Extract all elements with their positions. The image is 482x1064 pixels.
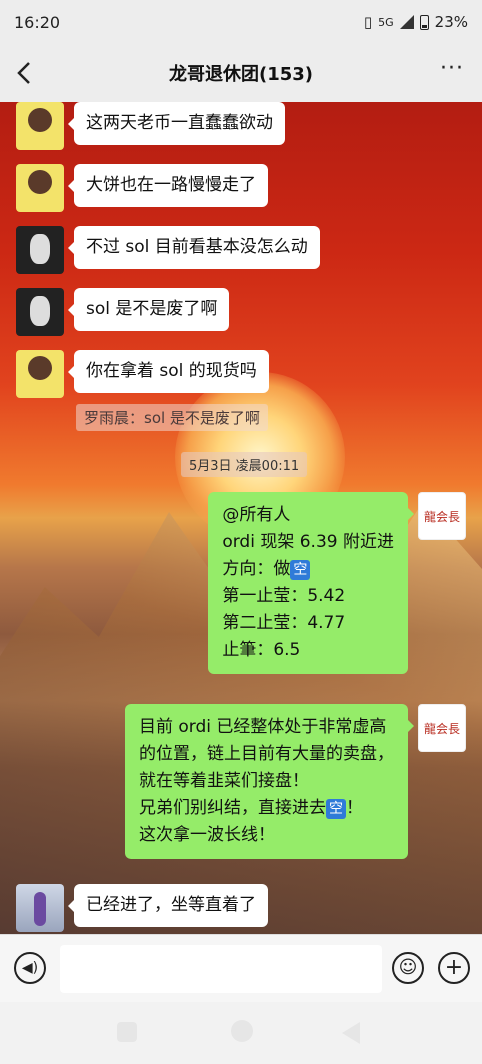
back-nav-button[interactable]: [342, 1022, 360, 1044]
more-options-button[interactable]: ···: [440, 56, 464, 81]
message-line: @所有人: [222, 505, 291, 525]
kong-emoji: 空: [326, 799, 346, 819]
quoted-message[interactable]: 罗雨晨：sol 是不是废了啊: [76, 404, 268, 431]
chat-header: 龙哥退休团(153) ···: [0, 44, 482, 102]
timestamp: 5月3日 凌晨00:11: [181, 452, 308, 477]
chat-area[interactable]: 这两天老币一直蠢蠢欲动 大饼也在一路慢慢走了 不过 sol 目前看基本没怎么动 …: [0, 102, 482, 934]
system-nav-bar: [0, 1002, 482, 1064]
logo-text: 龍会長: [423, 509, 460, 524]
message-text: 兄弟们别纠结，直接进去: [139, 798, 326, 818]
plus-icon: +: [444, 955, 464, 980]
message-line: ordi 现架 6.39 附近进: [222, 532, 394, 552]
avatar[interactable]: 龍会長: [418, 492, 466, 540]
message-line: 方向：做空: [222, 556, 394, 583]
avatar[interactable]: 龍会長: [418, 704, 466, 752]
voice-input-button[interactable]: ◀): [14, 952, 46, 984]
message-bubble[interactable]: 已经进了，坐等直着了: [68, 884, 268, 927]
message-bubble[interactable]: 大饼也在一路慢慢走了: [68, 164, 268, 207]
message-row: @所有人 ordi 现架 6.39 附近进 方向：做空 第一止莹：5.42 第二…: [208, 492, 466, 674]
more-icon: ···: [440, 56, 464, 81]
avatar[interactable]: [16, 884, 64, 932]
avatar[interactable]: [16, 226, 64, 274]
avatar[interactable]: [16, 350, 64, 398]
emoji-button[interactable]: ☺: [392, 952, 424, 984]
message-line: 止筆：6.5: [222, 640, 301, 660]
message-row: 大饼也在一路慢慢走了: [16, 164, 268, 212]
message-line: 目前 ordi 已经整体处于非常虚高: [139, 717, 387, 737]
message-bubble[interactable]: 这两天老币一直蠢蠢欲动: [68, 102, 285, 145]
message-text: 方向：做: [222, 559, 291, 579]
status-time: 16:20: [14, 12, 61, 32]
voice-icon: ◀): [21, 960, 39, 976]
message-line: 这次拿一波长线！: [139, 825, 275, 845]
avatar[interactable]: [16, 164, 64, 212]
message-line: 第一止莹：5.42: [222, 586, 346, 606]
network-label: 5G: [378, 15, 394, 29]
avatar[interactable]: [16, 288, 64, 336]
input-bar: ◀) ☺ +: [0, 934, 482, 1002]
back-button[interactable]: [14, 58, 42, 88]
more-actions-button[interactable]: +: [438, 952, 470, 984]
sim-icon: ▯: [363, 13, 373, 31]
status-bar: 16:20 ▯ 5G 23%: [0, 0, 482, 44]
signal-icon: [399, 15, 414, 29]
message-row: 不过 sol 目前看基本没怎么动: [16, 226, 320, 274]
logo-text: 龍会長: [423, 721, 460, 736]
kong-emoji: 空: [290, 560, 311, 580]
message-line: 的位置，链上目前有大量的卖盘，: [139, 744, 394, 764]
message-bubble[interactable]: sol 是不是废了啊: [67, 288, 230, 331]
message-row: 这两天老币一直蠢蠢欲动: [16, 102, 285, 150]
recents-button[interactable]: [117, 1022, 137, 1042]
battery-label: 23%: [434, 13, 468, 31]
battery-icon: [419, 14, 429, 30]
message-text: ！: [346, 798, 363, 818]
status-icons: ▯ 5G 23%: [364, 13, 468, 31]
message-row: sol 是不是废了啊: [16, 288, 230, 336]
avatar[interactable]: [16, 102, 64, 150]
message-row: 已经进了，坐等直着了: [16, 884, 268, 932]
message-row: 你在拿着 sol 的现货吗: [16, 350, 269, 398]
message-bubble[interactable]: 你在拿着 sol 的现货吗: [68, 350, 269, 393]
smiley-icon: ☺: [398, 957, 418, 978]
message-line: 兄弟们别纠结，直接进去空！: [139, 795, 394, 822]
message-bubble[interactable]: @所有人 ordi 现架 6.39 附近进 方向：做空 第一止莹：5.42 第二…: [208, 492, 414, 674]
message-row: 目前 ordi 已经整体处于非常虚高 的位置，链上目前有大量的卖盘， 就在等着韭…: [125, 704, 466, 859]
message-input[interactable]: [60, 945, 382, 993]
chat-title: 龙哥退休团(153): [168, 64, 314, 85]
chevron-left-icon: [17, 62, 30, 84]
message-bubble[interactable]: 不过 sol 目前看基本没怎么动: [68, 226, 320, 269]
message-bubble[interactable]: 目前 ordi 已经整体处于非常虚高 的位置，链上目前有大量的卖盘， 就在等着韭…: [125, 704, 414, 859]
message-line: 第二止莹：4.77: [222, 613, 346, 633]
home-button[interactable]: [231, 1020, 253, 1042]
message-line: 就在等着韭菜们接盘！: [139, 771, 309, 791]
